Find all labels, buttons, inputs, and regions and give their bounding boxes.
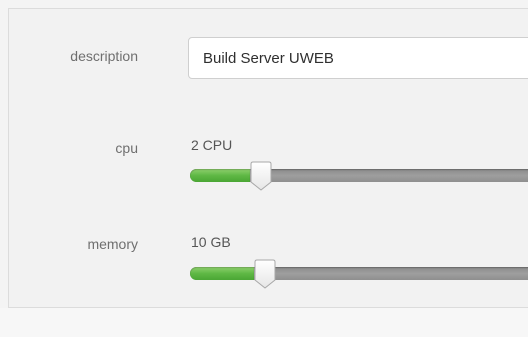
cpu-value-text: 2 CPU [191,137,233,153]
cpu-slider-fill [190,169,250,182]
description-input[interactable] [188,37,528,79]
panel-bottom-strip [0,308,528,337]
memory-label: memory [87,236,138,252]
memory-slider-handle[interactable] [254,259,276,289]
memory-slider-fill [190,267,254,280]
cpu-slider-handle[interactable] [250,161,272,191]
cpu-slider[interactable] [190,161,528,191]
memory-slider[interactable] [190,259,528,289]
description-label: description [70,48,138,64]
memory-value-text: 10 GB [191,234,231,250]
cpu-label: cpu [115,140,138,156]
